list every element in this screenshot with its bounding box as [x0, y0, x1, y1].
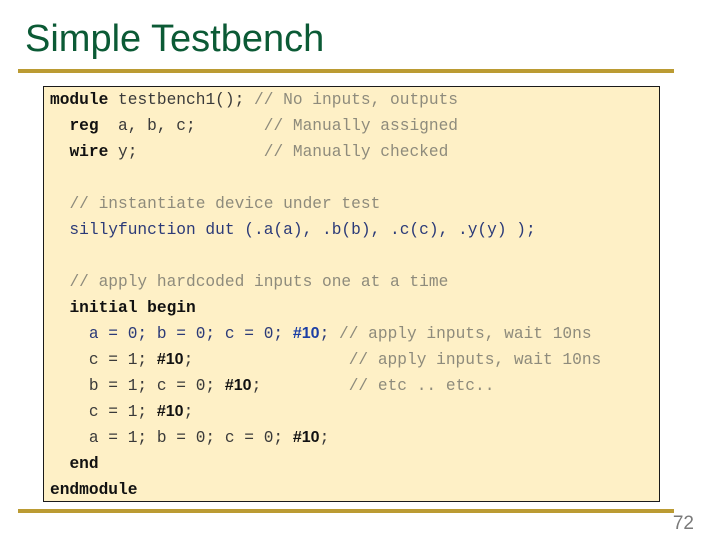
code-keyword: endmodule [50, 481, 138, 499]
code-comment: // Manually assigned [263, 117, 459, 135]
code-text: ; [251, 377, 349, 395]
slide-title: Simple Testbench [25, 18, 325, 60]
code-line: sillyfunction dut (.a(a), .b(b), .c(c), … [50, 217, 601, 243]
code-delay: #10 [224, 377, 252, 394]
code-line: reg a, b, c; // Manually assigned [50, 113, 601, 139]
title-underline-rule [18, 69, 674, 73]
code-text: ; [183, 351, 349, 369]
code-comment: // apply inputs, wait 10ns [348, 351, 602, 369]
code-text: ; [319, 325, 339, 343]
code-text: c = 1; [50, 403, 157, 421]
code-text: a = 1; b = 0; c = 0; [50, 429, 293, 447]
code-comment: // instantiate device under test [69, 195, 381, 213]
code-keyword: initial begin [69, 299, 196, 317]
verilog-code: module testbench1(); // No inputs, outpu… [50, 87, 601, 503]
code-line: // apply hardcoded inputs one at a time [50, 269, 601, 295]
code-text: ; [319, 429, 330, 447]
code-delay: #10 [156, 351, 184, 368]
code-line: a = 0; b = 0; c = 0; #10; // apply input… [50, 321, 601, 347]
code-text: testbench1(); [108, 91, 255, 109]
code-line: c = 1; #10; // apply inputs, wait 10ns [50, 347, 601, 373]
code-keyword: end [69, 455, 99, 473]
code-text: c = 1; [50, 351, 157, 369]
code-text: sillyfunction dut (.a(a), .b(b), .c(c), … [50, 221, 536, 239]
code-line: a = 1; b = 0; c = 0; #10; [50, 425, 601, 451]
code-delay: #10 [156, 403, 184, 420]
page-number: 72 [672, 513, 694, 534]
code-line: module testbench1(); // No inputs, outpu… [50, 87, 601, 113]
code-comment: // Manually checked [263, 143, 449, 161]
code-comment: // etc .. etc.. [348, 377, 495, 395]
code-text: a = 0; b = 0; c = 0; [50, 325, 293, 343]
footer-rule [18, 509, 674, 513]
code-comment: // apply hardcoded inputs one at a time [69, 273, 449, 291]
code-keyword: reg [69, 117, 99, 135]
code-comment: // apply inputs, wait 10ns [339, 325, 592, 343]
code-line: b = 1; c = 0; #10; // etc .. etc.. [50, 373, 601, 399]
code-line: end [50, 451, 601, 477]
code-comment: // No inputs, outputs [254, 91, 459, 109]
code-delay: #10 [292, 429, 320, 446]
code-keyword: module [50, 91, 109, 109]
code-text: a, b, c; [98, 117, 264, 135]
code-line: endmodule [50, 477, 601, 503]
code-line: initial begin [50, 295, 601, 321]
code-line: wire y; // Manually checked [50, 139, 601, 165]
code-text: b = 1; c = 0; [50, 377, 225, 395]
code-block: module testbench1(); // No inputs, outpu… [43, 86, 660, 502]
code-text: y; [108, 143, 264, 161]
code-delay-highlighted: #10 [292, 325, 320, 342]
code-text: ; [183, 403, 194, 421]
code-keyword: wire [69, 143, 109, 161]
code-line: c = 1; #10; [50, 399, 601, 425]
code-line: // instantiate device under test [50, 191, 601, 217]
